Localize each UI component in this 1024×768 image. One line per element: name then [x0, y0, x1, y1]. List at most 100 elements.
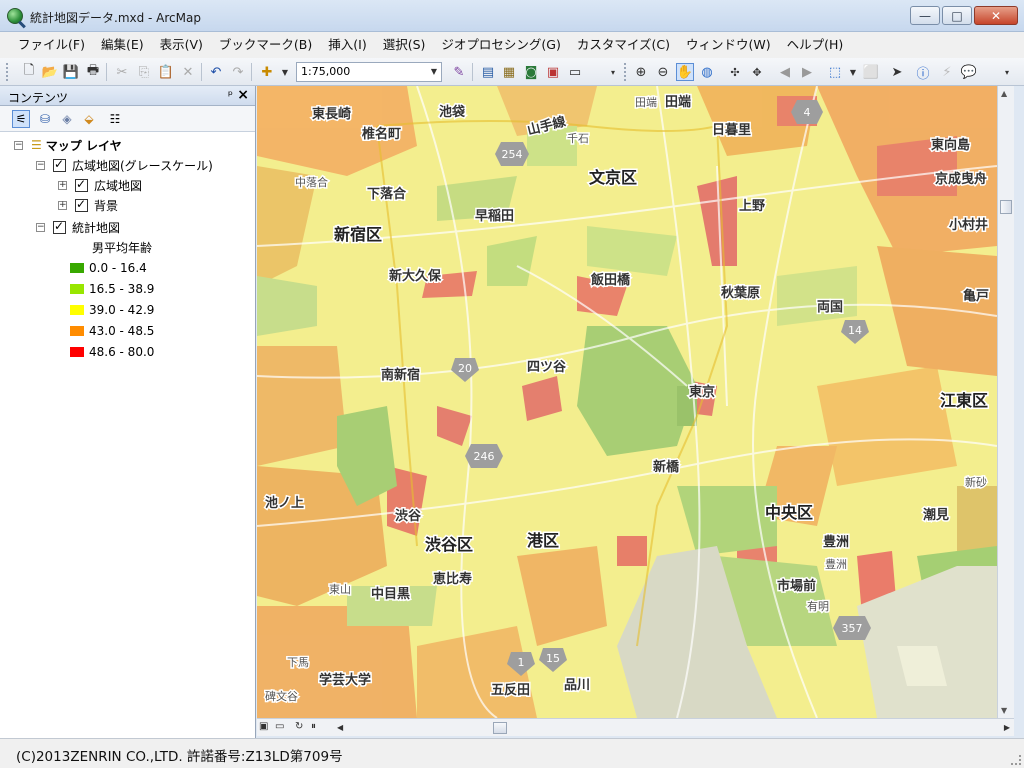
layer-visibility-checkbox[interactable] — [53, 157, 66, 172]
scroll-left-icon[interactable]: ◀ — [337, 723, 343, 732]
arctoolbox-icon[interactable]: ▣ — [544, 63, 562, 81]
place-label: 新大久保 — [389, 268, 442, 284]
print-icon[interactable]: 🖶 — [84, 63, 102, 81]
menu-insert[interactable]: 挿入(I) — [320, 32, 374, 58]
legend-class[interactable]: 0.0 - 16.4 — [70, 260, 147, 276]
open-folder-icon[interactable]: 📂 — [41, 63, 59, 81]
toolbar-overflow-icon[interactable]: ▾ — [604, 63, 622, 81]
zoom-in-icon[interactable]: ⊕ — [632, 63, 650, 81]
map-vertical-scrollbar[interactable]: ▲ ▼ — [997, 86, 1014, 718]
select-features-icon[interactable]: ⬚ — [826, 63, 844, 81]
redo-icon[interactable]: ↷ — [229, 63, 247, 81]
field-label: 男平均年齢 — [92, 240, 153, 255]
editor-toolbar-icon[interactable]: ✎ — [450, 63, 468, 81]
place-label: 田端 — [635, 96, 657, 109]
delete-icon[interactable]: ✕ — [179, 63, 197, 81]
vertical-scroll-thumb[interactable] — [1000, 200, 1012, 214]
map-scale-combo[interactable]: 1:75,000 ▼ — [296, 62, 442, 82]
map-display[interactable]: 4 254 14 20 246 357 1 15 新宿区 文京区 渋谷区 港区 … — [257, 86, 997, 718]
menu-edit[interactable]: 編集(E) — [93, 32, 152, 58]
menu-geoprocessing[interactable]: ジオプロセシング(G) — [433, 32, 568, 58]
add-data-dropdown-icon[interactable]: ▼ — [276, 63, 294, 81]
ward-label: 文京区 — [589, 168, 637, 187]
hyperlink-icon[interactable]: ⚡ — [938, 63, 956, 81]
list-by-drawing-order-icon[interactable]: ⚟ — [12, 110, 30, 128]
save-icon[interactable]: 💾 — [62, 63, 80, 81]
back-extent-icon[interactable]: ◀ — [776, 63, 794, 81]
layer-visibility-checkbox[interactable] — [75, 197, 88, 212]
menu-windows[interactable]: ウィンドウ(W) — [678, 32, 779, 58]
toc-close-icon[interactable]: × — [237, 87, 249, 103]
fixed-zoom-out-icon[interactable]: ✥ — [748, 63, 766, 81]
fixed-zoom-in-icon[interactable]: ✣ — [726, 63, 744, 81]
toolbar-grip[interactable] — [6, 63, 9, 81]
menu-file[interactable]: ファイル(F) — [10, 32, 93, 58]
forward-extent-icon[interactable]: ▶ — [798, 63, 816, 81]
resize-grip-icon[interactable] — [1011, 755, 1021, 765]
list-by-selection-icon[interactable]: ⬙ — [80, 110, 98, 128]
legend-class[interactable]: 39.0 - 42.9 — [70, 302, 154, 318]
pin-icon[interactable]: ᵖ — [228, 88, 233, 102]
collapse-icon[interactable]: − — [36, 222, 45, 232]
zoom-out-icon[interactable]: ⊖ — [654, 63, 672, 81]
table-of-contents-icon[interactable]: ▤ — [479, 63, 497, 81]
list-by-visibility-icon[interactable]: ◈ — [58, 110, 76, 128]
cut-icon[interactable]: ✂ — [113, 63, 131, 81]
paste-icon[interactable]: 📋 — [157, 63, 175, 81]
copy-icon[interactable]: ⎘ — [135, 63, 153, 81]
select-elements-icon[interactable]: ➤ — [888, 63, 906, 81]
maximize-button[interactable]: □ — [942, 6, 972, 25]
arcmap-app-icon[interactable] — [7, 8, 23, 24]
tree-row-group-layer[interactable]: − 広域地図(グレースケール) — [36, 156, 213, 174]
close-button[interactable]: ✕ — [974, 6, 1018, 25]
route-shield-label: 1 — [518, 656, 525, 669]
tree-row-background[interactable]: + 背景 — [58, 196, 118, 214]
minimize-button[interactable]: — — [910, 6, 940, 25]
scroll-right-icon[interactable]: ▶ — [1004, 723, 1010, 732]
legend-class[interactable]: 48.6 - 80.0 — [70, 344, 154, 360]
pan-icon[interactable]: ✋ — [676, 63, 694, 81]
scroll-down-icon[interactable]: ▼ — [1001, 706, 1007, 715]
clear-selection-icon[interactable]: ⬜ — [862, 63, 880, 81]
toolbar-grip[interactable] — [624, 63, 627, 81]
menu-help[interactable]: ヘルプ(H) — [779, 32, 852, 58]
scroll-up-icon[interactable]: ▲ — [1001, 89, 1007, 98]
chevron-down-icon[interactable]: ▼ — [427, 63, 441, 81]
toolbar-overflow-icon[interactable]: ▾ — [998, 63, 1016, 81]
menu-selection[interactable]: 選択(S) — [375, 32, 434, 58]
place-label: 東長崎 — [312, 106, 351, 122]
legend-class[interactable]: 43.0 - 48.5 — [70, 323, 154, 339]
search-window-icon[interactable]: ◙ — [522, 63, 540, 81]
expand-icon[interactable]: + — [58, 200, 67, 210]
layout-view-icon[interactable]: ▭ — [275, 721, 284, 732]
tree-row-map-layers[interactable]: − ☰ マップ レイヤ — [14, 136, 122, 154]
menu-bookmarks[interactable]: ブックマーク(B) — [211, 32, 320, 58]
layer-visibility-checkbox[interactable] — [75, 177, 88, 192]
data-view-icon[interactable]: ▣ — [259, 721, 268, 732]
html-popup-icon[interactable]: 💬 — [960, 63, 978, 81]
collapse-icon[interactable]: − — [14, 140, 23, 150]
options-icon[interactable]: ☷ — [106, 110, 124, 128]
refresh-icon[interactable]: ↻ — [295, 721, 303, 732]
identify-icon[interactable]: ⓘ — [914, 63, 932, 82]
python-window-icon[interactable]: ▭ — [566, 63, 584, 81]
catalog-icon[interactable]: ▦ — [500, 63, 518, 81]
add-data-icon[interactable]: ✚ — [258, 63, 276, 81]
list-by-source-icon[interactable]: ⛁ — [36, 110, 54, 128]
menu-customize[interactable]: カスタマイズ(C) — [569, 32, 678, 58]
expand-icon[interactable]: + — [58, 180, 67, 190]
pause-drawing-icon[interactable]: ⏸ — [311, 721, 316, 732]
place-label: 中落合 — [295, 175, 328, 189]
tree-row-stat-layer[interactable]: − 統計地図 — [36, 218, 120, 236]
tree-row-basemap[interactable]: + 広域地図 — [58, 176, 142, 194]
new-document-icon[interactable]: 🗋 — [20, 63, 38, 81]
horizontal-scroll-thumb[interactable] — [493, 722, 507, 734]
legend-class[interactable]: 16.5 - 38.9 — [70, 281, 154, 297]
collapse-icon[interactable]: − — [36, 160, 45, 170]
select-dropdown-icon[interactable]: ▼ — [844, 63, 862, 81]
menu-view[interactable]: 表示(V) — [152, 32, 211, 58]
full-extent-icon[interactable]: ◍ — [698, 63, 716, 81]
map-horizontal-scrollbar[interactable]: ▣ ▭ ↻ ⏸ ◀ ▶ — [257, 718, 1014, 736]
layer-visibility-checkbox[interactable] — [53, 219, 66, 234]
undo-icon[interactable]: ↶ — [207, 63, 225, 81]
